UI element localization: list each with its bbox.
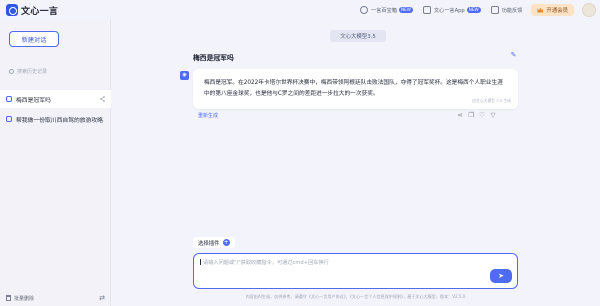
swap-icon[interactable]: ⇄	[99, 294, 105, 302]
chat-input-placeholder: 请输入问题或"/"获取收藏指令，可通过cmd+回车换行	[200, 259, 329, 266]
new-badge: NEW	[466, 7, 481, 13]
mail-icon	[490, 6, 499, 14]
thumbs-up-icon[interactable]: ♡	[478, 111, 486, 119]
plugin-selector[interactable]: 选择插件 +	[193, 237, 235, 248]
brand-name: 文心一言	[21, 6, 59, 17]
treasure-box-label: 一言百宝箱	[370, 7, 397, 14]
sidebar-footer: 批量删除 ⇄	[6, 294, 105, 302]
search-icon	[9, 68, 14, 74]
batch-delete-button[interactable]: 批量删除	[6, 295, 34, 302]
new-badge: NEW	[398, 7, 413, 13]
answer-card: 梅西是冠军。在2022年卡塔尔世界杯决赛中，梅西带领阿根廷队击败法国队，夺得了冠…	[193, 69, 518, 109]
send-button[interactable]: ➤	[490, 269, 512, 283]
brand-logo-icon	[6, 4, 18, 16]
footer-disclaimer: 内容由AI生成，仅供参考，请遵守《文心一言用户协议》、《文心一言个人信息保护规则…	[245, 294, 466, 299]
conversation-item[interactable]: 梅西是冠军吗	[0, 90, 111, 108]
copy-icon[interactable]: ❐	[467, 111, 475, 119]
plugin-label: 选择插件	[198, 240, 220, 247]
thumbs-down-icon[interactable]: ▽	[489, 111, 497, 119]
batch-delete-label: 批量删除	[14, 295, 35, 302]
model-selector[interactable]: 文心大模型3.5	[330, 30, 386, 42]
question-title: 梅西是冠军吗	[193, 54, 234, 62]
answer-text: 梅西是冠军。在2022年卡塔尔世界杯决赛中，梅西带领阿根廷队击败法国队，夺得了冠…	[204, 80, 503, 97]
brand[interactable]: 文心一言	[6, 4, 58, 17]
app-download-label: 文心一言App	[433, 7, 465, 14]
treasure-box-link[interactable]: 一言百宝箱 NEW	[359, 6, 413, 14]
top-right-actions: 一言百宝箱 NEW 文心一言App NEW 功能反馈 开通会员	[350, 2, 596, 18]
trash-icon	[6, 295, 11, 301]
avatar[interactable]	[582, 3, 596, 17]
edit-icon[interactable]: ✎	[509, 51, 518, 60]
vip-button[interactable]: 开通会员	[531, 4, 574, 16]
crown-icon	[537, 7, 544, 13]
share-icon[interactable]	[100, 96, 105, 102]
feedback-label: 功能反馈	[501, 7, 523, 14]
send-icon: ➤	[498, 272, 504, 280]
history-search-placeholder: 搜索历史记录	[17, 68, 48, 75]
top-bar: 文心一言 一言百宝箱 NEW 文心一言App NEW 功能反馈 开通会员	[0, 0, 600, 20]
chat-bubble-icon	[6, 96, 12, 102]
plus-icon: +	[222, 239, 230, 246]
phone-icon	[422, 6, 431, 14]
chat-input[interactable]: 请输入问题或"/"获取收藏指令，可通过cmd+回车换行 ➤	[193, 253, 518, 289]
conversation-title: 帮我做一份取川西自驾的旅游攻略	[16, 117, 103, 124]
history-search-input[interactable]: 搜索历史记录	[9, 66, 99, 76]
new-chat-button[interactable]: 新建对话	[9, 31, 59, 47]
feedback-link[interactable]: 功能反馈	[490, 6, 523, 14]
sidebar: 新建对话 搜索历史记录 梅西是冠军吗 帮我做一份取川西自驾的旅游攻略 批量删除 …	[0, 20, 111, 306]
ai-generated-note: 由文心大模型 3.5 生成	[472, 98, 511, 103]
treasure-box-icon	[359, 6, 368, 14]
chat-bubble-icon	[6, 116, 12, 122]
conversation-item[interactable]: 帮我做一份取川西自驾的旅游攻略	[0, 110, 111, 128]
conversation-title: 梅西是冠军吗	[16, 97, 51, 104]
bot-avatar-icon: ◉	[180, 71, 189, 80]
regenerate-button[interactable]: 重新生成	[198, 112, 218, 119]
app-download-link[interactable]: 文心一言App NEW	[422, 6, 481, 14]
vip-label: 开通会员	[546, 8, 568, 14]
share-icon[interactable]: ⋖	[456, 111, 464, 119]
answer-actions: ⋖ ❐ ♡ ▽	[453, 111, 497, 119]
